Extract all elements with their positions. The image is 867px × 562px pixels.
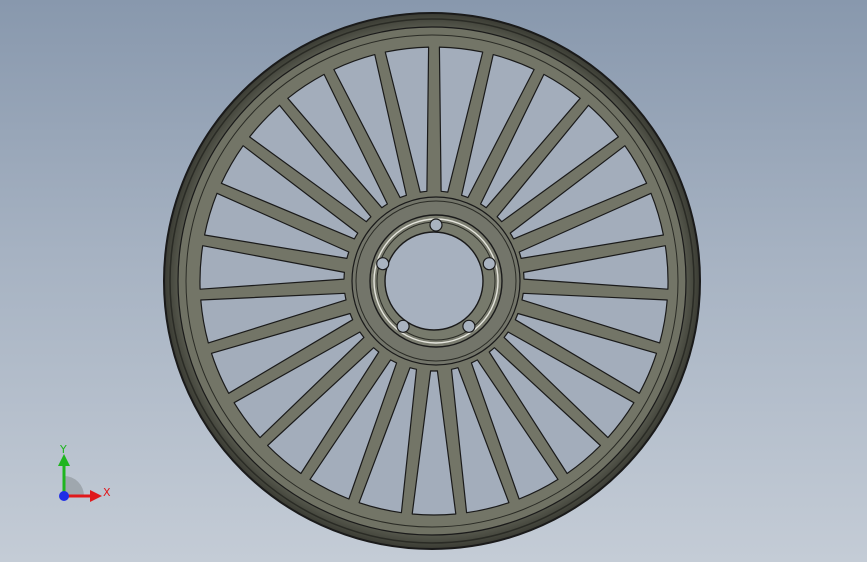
bolt-hole <box>429 218 443 232</box>
bolt-hole <box>396 319 410 333</box>
bolt-hole <box>376 257 390 271</box>
x-axis-label: X <box>103 486 111 499</box>
y-axis-label: Y <box>59 443 67 456</box>
center-bore <box>384 231 484 331</box>
z-axis-dot <box>59 491 69 501</box>
wheel-model[interactable] <box>0 0 867 562</box>
bolt-hole <box>462 319 476 333</box>
bolt-hole <box>482 257 496 271</box>
coordinate-triad: Y X <box>58 443 111 502</box>
x-axis-arrow <box>90 490 102 502</box>
graphics-viewport[interactable]: Y X <box>0 0 867 562</box>
